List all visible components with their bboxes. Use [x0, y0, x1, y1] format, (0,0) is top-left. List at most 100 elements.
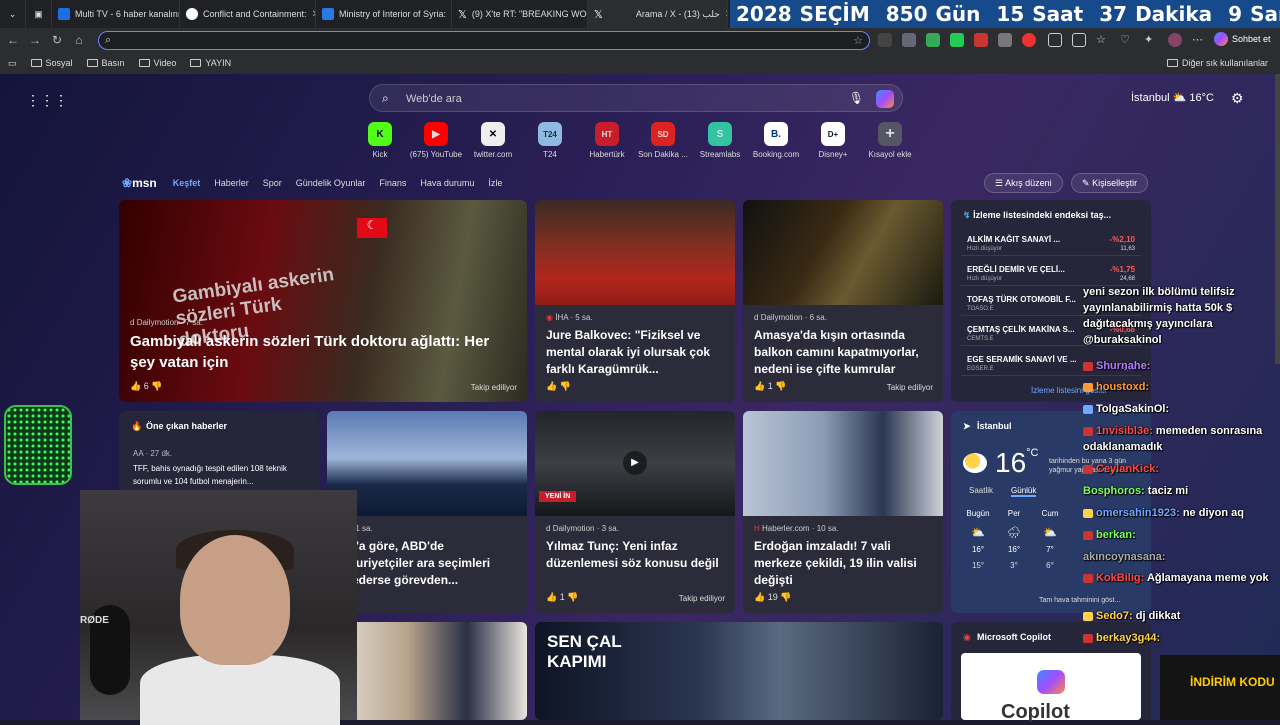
extension-icon[interactable] [974, 33, 988, 47]
bookmark-folder-sosyal[interactable]: Sosyal [30, 58, 73, 68]
split-screen-icon[interactable] [1048, 33, 1062, 47]
card-title[interactable]: mp'a göre, ABD'de mhuriyetçiler ara seçi… [338, 538, 517, 589]
thumbs-up-icon[interactable]: 👍 [546, 592, 557, 602]
microphone-icon[interactable]: 🎙 [849, 91, 864, 105]
thumbs-down-icon[interactable]: 👎 [560, 381, 571, 391]
quicklink-twitter[interactable]: ✕ twitter.com [463, 122, 523, 159]
more-menu-icon[interactable]: ⋯ [1192, 33, 1206, 47]
news-card[interactable]: AA · 1 sa. mp'a göre, ABD'de mhuriyetçil… [327, 411, 527, 613]
tab-actions-button[interactable]: ▣ [26, 0, 52, 28]
tab-hava-durumu[interactable]: Hava durumu [420, 178, 474, 188]
home-icon[interactable]: ⌂ [68, 33, 90, 47]
thumbs-down-icon[interactable]: 👎 [780, 592, 791, 602]
extension-icon[interactable] [902, 33, 916, 47]
tab-menu-button[interactable]: ⌄ [0, 0, 26, 28]
top-news-text[interactable]: TFF, bahis oynadığı tespit edilen 108 te… [133, 462, 309, 488]
card-title[interactable]: Amasya'da kışın ortasında balkon camını … [754, 327, 933, 378]
news-card[interactable] [327, 622, 527, 720]
web-search-box[interactable]: ⌕ Web'de ara 🎙 [369, 84, 903, 112]
back-arrow-icon[interactable]: ← [2, 33, 24, 47]
partly-cloudy-icon: ⛅ [1172, 92, 1187, 104]
tab-gundelik-oyunlar[interactable]: Gündelik Oyunlar [296, 178, 366, 188]
card-title[interactable]: Erdoğan imzaladı! 7 vali merkeze çekildi… [754, 538, 933, 589]
browser-tab[interactable]: 𝕏 Arama / X - حلب (13) ✕ [588, 0, 728, 28]
card-title[interactable]: Jure Balkovec: "Fiziksel ve mental olara… [546, 327, 725, 378]
video-card[interactable]: SEN ÇAL KAPIMI [535, 622, 943, 720]
following-label[interactable]: Takip ediliyor [471, 383, 517, 392]
tab-kesfet[interactable]: Keşfet [173, 178, 201, 188]
favorites-icon[interactable] [1072, 33, 1086, 47]
thumbs-up-icon[interactable]: 👍 [754, 592, 765, 602]
favorite-star-icon[interactable]: ☆ [853, 34, 863, 47]
browser-tab[interactable]: Ministry of Interior of Syria:✕ [316, 0, 452, 28]
quicklink-kick[interactable]: K Kick [350, 122, 410, 159]
bookmark-folder-basin[interactable]: Basın [86, 58, 125, 68]
news-card[interactable]: YENİ İN ▶ d Dailymotion · 3 sa. Yılmaz T… [535, 411, 735, 613]
avatar[interactable] [1168, 33, 1182, 47]
tab-haberler[interactable]: Haberler [214, 178, 249, 188]
turkish-flag-icon: ☾ [357, 218, 387, 238]
browser-essentials-icon[interactable]: ♡ [1120, 33, 1134, 47]
extensions-icon[interactable]: ✦ [1144, 33, 1158, 47]
thumbs-down-icon[interactable]: 👎 [151, 381, 162, 391]
card-title[interactable]: Yılmaz Tunç: Yeni infaz düzenlemesi söz … [546, 538, 725, 572]
extension-icon[interactable] [878, 33, 892, 47]
browser-tab[interactable]: Multi TV - 6 haber kanalını✕ [52, 0, 180, 28]
tab-spor[interactable]: Spor [263, 178, 282, 188]
quicklink-youtube[interactable]: ▶ (675) YouTube [406, 122, 466, 159]
bookmarks-app-icon[interactable]: ▭ [8, 58, 17, 69]
refresh-icon[interactable]: ↻ [46, 33, 68, 47]
add-shortcut-button[interactable]: + Kısayol ekle [860, 122, 920, 159]
news-card[interactable]: d Dailymotion · 6 sa. Amasya'da kışın or… [743, 200, 943, 402]
app-launcher-icon[interactable]: ⋮⋮⋮ [26, 92, 68, 109]
gift-animation-icon [4, 405, 72, 485]
browser-tab[interactable]: Conflict and Containment:✕ [180, 0, 316, 28]
tab-finans[interactable]: Finans [379, 178, 406, 188]
following-label[interactable]: Takip ediliyor [887, 383, 933, 392]
quicklink-booking[interactable]: B. Booking.com [746, 122, 806, 159]
stock-row[interactable]: ALKİM KAĞIT SANAYİ ... Hızlı düşüyor -%2,1… [961, 230, 1141, 256]
hero-news-card[interactable]: Gambiyalı askerin sözleri Türk doktoru ☾… [119, 200, 527, 402]
quicklink-son-dakika[interactable]: SD Son Dakika ... [633, 122, 693, 159]
quicklink-t24[interactable]: T24 T24 [520, 122, 580, 159]
top-news-widget[interactable]: 🔥 Öne çıkan haberler AA · 27 dk. TFF, ba… [119, 411, 319, 491]
quicklink-disney[interactable]: D+ Disney+ [803, 122, 863, 159]
thumbs-up-icon[interactable]: 👍 [130, 381, 141, 391]
quicklink-streamlabs[interactable]: S Streamlabs [690, 122, 750, 159]
msn-logo[interactable]: ❀msn [122, 176, 157, 190]
extension-icon[interactable] [998, 33, 1012, 47]
collections-icon[interactable]: ☆ [1096, 33, 1110, 47]
thumbs-down-icon[interactable]: 👎 [775, 381, 786, 391]
card-title[interactable]: Gambiyalı askerin sözleri Türk doktoru a… [130, 331, 517, 373]
copilot-chat-button[interactable]: Sohbet et [1214, 32, 1271, 46]
thumbs-up-icon[interactable]: 👍 [546, 381, 557, 391]
bookmark-label: Basın [101, 58, 125, 68]
copilot-icon[interactable] [876, 90, 894, 108]
extension-icon[interactable] [1022, 33, 1036, 47]
quicklink-haberturk[interactable]: HT Habertürk [577, 122, 637, 159]
news-card[interactable]: H Haberler.com · 10 sa. Erdoğan imzaladı… [743, 411, 943, 613]
gear-icon[interactable]: ⚙ [1231, 90, 1244, 107]
bookmark-folder-video[interactable]: Video [138, 58, 176, 68]
thumbs-down-icon[interactable]: 👎 [567, 592, 578, 602]
news-card[interactable]: ◉ İHA · 5 sa. Jure Balkovec: "Fiziksel v… [535, 200, 735, 402]
other-favorites-folder[interactable]: Diğer sık kullanılanlar [1166, 58, 1268, 68]
thumbs-up-icon[interactable]: 👍 [754, 381, 765, 391]
close-icon[interactable]: ✕ [725, 9, 727, 20]
address-bar[interactable]: ⌕ ☆ [98, 31, 870, 50]
bookmark-folder-yayin[interactable]: YAYIN [190, 58, 231, 68]
forward-arrow-icon[interactable]: → [24, 33, 46, 47]
weather-widget-top[interactable]: İstanbul ⛅ 16°C [1131, 91, 1214, 104]
tab-gunluk[interactable]: Günlük [1011, 486, 1037, 497]
personalize-button[interactable]: ✎ Kişiselleştir [1071, 173, 1149, 193]
copilot-banner[interactable]: Copilot [961, 653, 1141, 723]
extension-icon[interactable] [926, 33, 940, 47]
play-icon[interactable]: ▶ [623, 451, 647, 475]
browser-tab[interactable]: 𝕏(9) X'te RT: "BREAKING WO"✕ [452, 0, 588, 28]
tab-izle[interactable]: İzle [488, 178, 502, 188]
tab-saatlik[interactable]: Saatlik [969, 486, 993, 495]
folder-icon [190, 59, 202, 67]
feed-layout-button[interactable]: ☰ Akış düzeni [984, 173, 1063, 193]
following-label[interactable]: Takip ediliyor [679, 594, 725, 603]
extension-icon[interactable] [950, 33, 964, 47]
